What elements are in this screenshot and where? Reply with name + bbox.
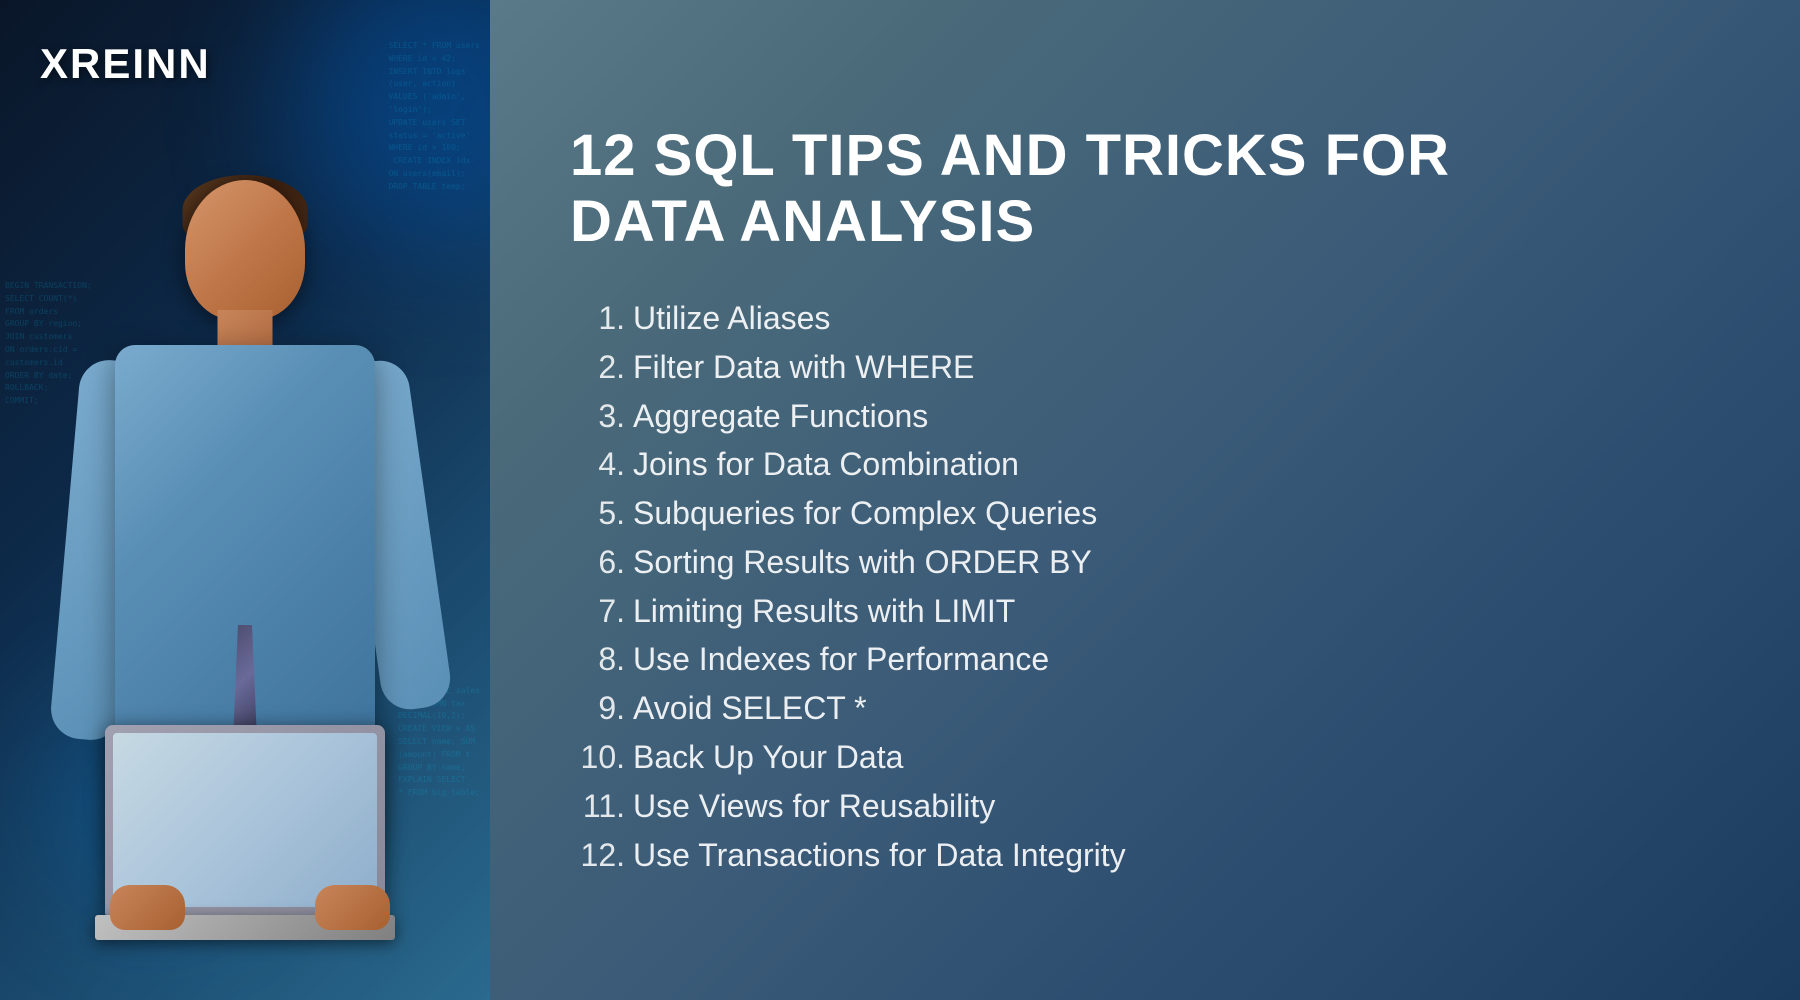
tip-text-6: Sorting Results with ORDER BY <box>633 540 1092 585</box>
tip-item-3: 3.Aggregate Functions <box>570 394 1720 439</box>
tip-item-10: 10.Back Up Your Data <box>570 735 1720 780</box>
tip-number-4: 4. <box>570 446 625 483</box>
tip-text-10: Back Up Your Data <box>633 735 903 780</box>
tip-number-11: 11. <box>570 788 625 825</box>
tip-text-1: Utilize Aliases <box>633 296 830 341</box>
tip-item-4: 4.Joins for Data Combination <box>570 442 1720 487</box>
tip-item-12: 12.Use Transactions for Data Integrity <box>570 833 1720 878</box>
tip-number-12: 12. <box>570 837 625 874</box>
right-panel: 12 SQL TIPS AND TRICKS FOR DATA ANALYSIS… <box>490 0 1800 1000</box>
tip-item-2: 2.Filter Data with WHERE <box>570 345 1720 390</box>
tip-number-10: 10. <box>570 739 625 776</box>
tip-text-12: Use Transactions for Data Integrity <box>633 833 1126 878</box>
person-figure <box>35 100 455 1000</box>
tip-text-3: Aggregate Functions <box>633 394 928 439</box>
tip-item-1: 1.Utilize Aliases <box>570 296 1720 341</box>
tip-item-5: 5.Subqueries for Complex Queries <box>570 491 1720 536</box>
tip-number-2: 2. <box>570 349 625 386</box>
tip-number-7: 7. <box>570 593 625 630</box>
tip-number-5: 5. <box>570 495 625 532</box>
tip-item-6: 6.Sorting Results with ORDER BY <box>570 540 1720 585</box>
tips-list: 1.Utilize Aliases2.Filter Data with WHER… <box>570 296 1720 878</box>
tip-item-8: 8.Use Indexes for Performance <box>570 637 1720 682</box>
tip-text-9: Avoid SELECT * <box>633 686 867 731</box>
person-hand-left <box>110 885 185 930</box>
tip-item-7: 7.Limiting Results with LIMIT <box>570 589 1720 634</box>
brand-logo: XREINN <box>40 40 211 88</box>
tip-number-8: 8. <box>570 641 625 678</box>
tip-number-9: 9. <box>570 690 625 727</box>
person-head <box>185 180 305 320</box>
tip-item-9: 9.Avoid SELECT * <box>570 686 1720 731</box>
tip-text-11: Use Views for Reusability <box>633 784 995 829</box>
person-hand-right <box>315 885 390 930</box>
left-panel: SELECT * FROM users WHERE id = 42; INSER… <box>0 0 490 1000</box>
tip-item-11: 11.Use Views for Reusability <box>570 784 1720 829</box>
tip-number-1: 1. <box>570 300 625 337</box>
tip-number-6: 6. <box>570 544 625 581</box>
title-line-2: DATA ANALYSIS <box>570 189 1035 254</box>
tip-text-4: Joins for Data Combination <box>633 442 1019 487</box>
tip-text-7: Limiting Results with LIMIT <box>633 589 1015 634</box>
main-title: 12 SQL TIPS AND TRICKS FOR DATA ANALYSIS <box>570 123 1720 256</box>
title-line-1: 12 SQL TIPS AND TRICKS FOR <box>570 123 1450 188</box>
laptop-screen-inner <box>113 733 377 907</box>
tip-text-8: Use Indexes for Performance <box>633 637 1049 682</box>
tip-text-5: Subqueries for Complex Queries <box>633 491 1097 536</box>
tip-number-3: 3. <box>570 398 625 435</box>
tip-text-2: Filter Data with WHERE <box>633 345 974 390</box>
